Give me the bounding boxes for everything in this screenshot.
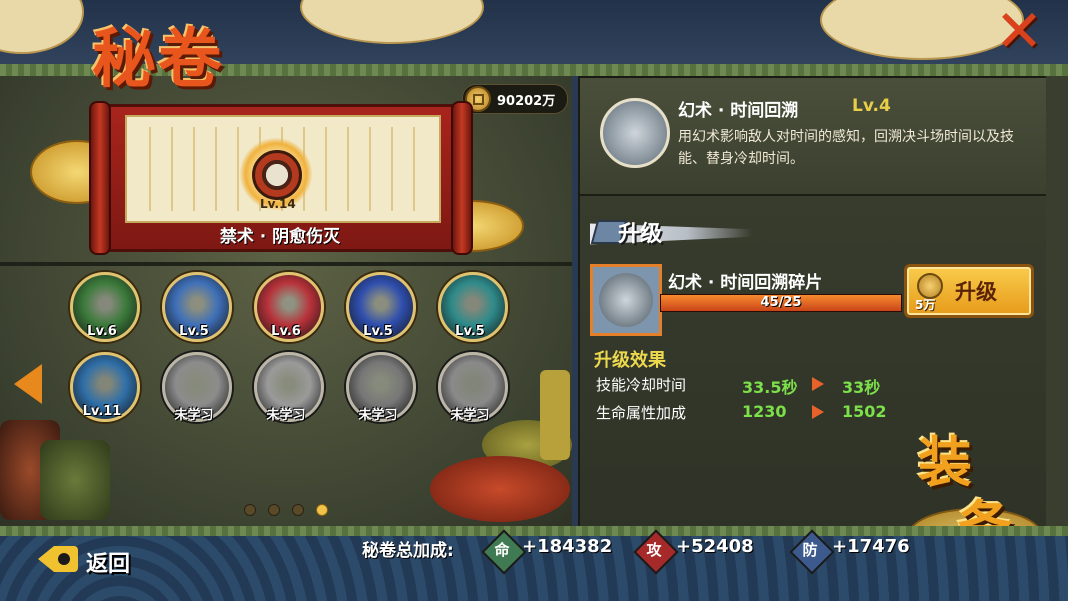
defense-total: +17476: [832, 536, 910, 557]
featured-scroll-level: Lv.14: [260, 197, 296, 211]
scroll-roller: [451, 101, 473, 255]
page-dot[interactable]: [268, 504, 280, 516]
effect-label-hp: 生命属性加成: [596, 404, 687, 422]
fragment-icon[interactable]: [590, 264, 662, 336]
toad-decoration: [430, 456, 570, 522]
featured-scroll-name: 禁术 · 阴愈伤灭: [219, 227, 341, 247]
effect-new-hp: 1502: [842, 402, 887, 421]
prev-page-arrow-icon[interactable]: [14, 364, 42, 404]
page-dot[interactable]: [244, 504, 256, 516]
close-x-icon[interactable]: ✕: [990, 2, 1048, 60]
page-title: 秘卷: [92, 22, 224, 97]
life-badge-label: 命: [494, 541, 510, 559]
barrel-decoration: [40, 440, 110, 520]
upgrade-button-label: 升级: [955, 280, 997, 304]
scroll-roller: [89, 101, 111, 255]
skill-level-label: 未学习: [358, 408, 398, 423]
skill-level-label: Lv.6: [87, 324, 117, 339]
effect-new-cooldown: 33秒: [842, 378, 881, 397]
arrow-right-icon: [812, 405, 824, 419]
skill-level-label: Lv.5: [179, 324, 209, 339]
back-button[interactable]: 返回: [86, 546, 130, 578]
attack-badge-label: 攻: [646, 541, 662, 559]
right-frame: [1046, 76, 1068, 526]
effect-old-cooldown: 33.5秒: [742, 378, 798, 397]
portrait-ring: [252, 150, 302, 200]
page-dot[interactable]: [316, 504, 328, 516]
effect-label-cooldown: 技能冷却时间: [596, 376, 687, 394]
currency-display: 90202万: [462, 84, 568, 114]
page-dot[interactable]: [292, 504, 304, 516]
pillar-decoration: [540, 370, 570, 460]
skill-level-label: Lv.11: [82, 404, 122, 419]
upgrade-section-title: 升级: [618, 222, 663, 247]
fragment-progress-bar: 45/25: [660, 294, 902, 312]
fragment-portrait: [599, 273, 653, 327]
upgrade-cost: 5万: [915, 298, 936, 312]
skill-level-label: Lv.6: [271, 324, 301, 339]
attack-total: +52408: [676, 536, 754, 557]
skill-level-label: 未学习: [450, 408, 490, 423]
skill-level-label: Lv.5: [455, 324, 485, 339]
skill-level-label: 未学习: [266, 408, 306, 423]
selected-skill-description: 用幻术影响敌人对时间的感知，回溯决斗场时间以及技能、替身冷却时间。: [678, 129, 1014, 167]
selected-skill-icon: [600, 98, 670, 168]
arrow-right-icon: [812, 377, 824, 391]
skill-level-label: Lv.5: [363, 324, 393, 339]
currency-amount: 90202万: [497, 93, 556, 109]
fragment-name: 幻术 · 时间回溯碎片: [668, 273, 823, 293]
upgrade-button[interactable]: 5万 升级: [904, 264, 1034, 318]
defense-badge-label: 防: [802, 541, 818, 559]
selected-skill-name: 幻术 · 时间回溯: [678, 101, 799, 121]
skill-level-label: 未学习: [174, 408, 214, 423]
effect-old-hp: 1230: [742, 402, 787, 421]
selected-skill-level: Lv.4: [852, 96, 891, 116]
footer-border: [0, 526, 1068, 536]
upgrade-effect-title: 升级效果: [594, 350, 666, 371]
page-indicator: [244, 504, 328, 516]
total-bonus-label: 秘卷总加成:: [362, 541, 454, 561]
life-total: +184382: [522, 536, 613, 557]
panel-divider: [0, 262, 572, 266]
fragment-progress-text: 45/25: [760, 295, 802, 310]
